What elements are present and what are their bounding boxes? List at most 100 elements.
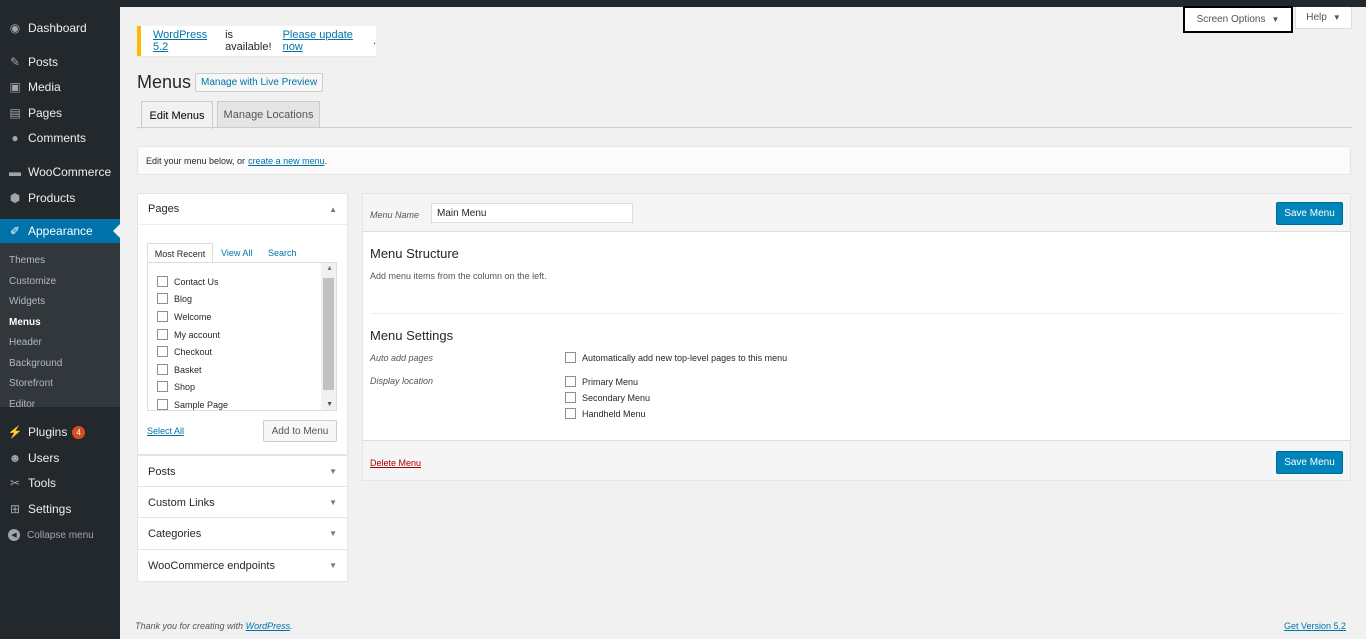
sidebar-item-plugins[interactable]: ⚡ Plugins 4 [0, 419, 120, 445]
scroll-thumb[interactable] [323, 278, 334, 390]
tab-edit-menus[interactable]: Edit Menus [141, 101, 213, 129]
posts-accordion-header[interactable]: Posts ▼ [138, 456, 347, 487]
media-icon: ▣ [9, 80, 21, 94]
tab-view-all[interactable]: View All [221, 243, 252, 262]
woocommerce-endpoints-accordion[interactable]: WooCommerce endpoints ▼ [137, 549, 348, 582]
option-label: Primary Menu [582, 376, 639, 387]
checkbox[interactable] [157, 381, 168, 392]
help-button[interactable]: Help ▼ [1295, 7, 1352, 29]
list-item-label: Shop [174, 381, 196, 392]
scroll-down-icon[interactable]: ▼ [326, 401, 333, 408]
sidebar-item-label: Comments [28, 131, 87, 145]
sidebar-item-comments[interactable]: ● Comments [0, 125, 120, 151]
select-all-link[interactable]: Select All [147, 426, 184, 436]
checkbox[interactable] [565, 392, 576, 403]
collapse-menu-button[interactable]: ◀ Collapse menu [0, 529, 94, 541]
update-now-link[interactable]: Please update now [283, 29, 373, 53]
tab-manage-locations[interactable]: Manage Locations [217, 101, 320, 128]
submenu-item-customize[interactable]: Customize [9, 276, 56, 287]
submenu-item-background[interactable]: Background [9, 358, 62, 369]
location-secondary[interactable]: Secondary Menu [565, 392, 650, 403]
wordpress-link[interactable]: WordPress [246, 621, 291, 631]
get-version-link[interactable]: Get Version 5.2 [1284, 621, 1346, 631]
checkbox[interactable] [565, 376, 576, 387]
custom-links-accordion[interactable]: Custom Links ▼ [137, 486, 348, 519]
checkbox[interactable] [157, 399, 168, 410]
plug-icon: ⚡ [7, 425, 23, 439]
submenu-item-storefront[interactable]: Storefront [9, 378, 53, 389]
submenu-item-widgets[interactable]: Widgets [9, 296, 45, 307]
manage-live-preview-button[interactable]: Manage with Live Preview [195, 73, 324, 92]
auto-add-label: Auto add pages [370, 353, 434, 363]
woocommerce-icon: ▬ [9, 165, 21, 179]
list-item[interactable]: Blog [157, 293, 192, 304]
list-item-label: Welcome [174, 311, 212, 322]
list-item[interactable]: Contact Us [157, 276, 219, 287]
checkbox[interactable] [157, 311, 168, 322]
checkbox[interactable] [157, 364, 168, 375]
caret-down-icon: ▼ [1271, 15, 1280, 24]
list-item-label: Checkout [174, 346, 213, 357]
sidebar-item-pages[interactable]: ▤ Pages [0, 100, 120, 126]
sidebar-item-dashboard[interactable]: ◉ Dashboard [0, 15, 120, 41]
sidebar-item-media[interactable]: ▣ Media [0, 74, 120, 100]
submenu-item-header[interactable]: Header [9, 337, 42, 348]
scroll-up-icon[interactable]: ▲ [326, 265, 333, 272]
list-item-label: Blog [174, 293, 193, 304]
sidebar-item-label: Appearance [28, 224, 93, 238]
custom-links-accordion-header[interactable]: Custom Links ▼ [138, 487, 347, 518]
save-menu-button[interactable]: Save Menu [1276, 202, 1343, 225]
auto-add-option[interactable]: Automatically add new top-level pages to… [565, 352, 787, 363]
menu-footer: Delete Menu Save Menu [363, 440, 1350, 480]
sidebar-item-settings[interactable]: ⊞ Settings [0, 496, 120, 522]
sidebar-item-tools[interactable]: ✂ Tools [0, 470, 120, 496]
manage-end: . [324, 155, 328, 166]
categories-accordion-header[interactable]: Categories ▼ [138, 518, 347, 549]
list-scrollbar[interactable]: ▲ ▼ [321, 263, 336, 410]
checkbox[interactable] [565, 352, 576, 363]
sidebar-item-appearance[interactable]: ✐ Appearance [0, 219, 120, 243]
sidebar-item-label: Settings [28, 502, 72, 516]
list-item[interactable]: Shop [157, 381, 195, 392]
checkbox[interactable] [157, 293, 168, 304]
menu-edit-panel: Menu Name Save Menu Menu Structure Add m… [362, 193, 1351, 481]
list-item-label: Basket [174, 364, 202, 375]
screen-options-button[interactable]: Screen Options ▼ [1183, 6, 1293, 33]
footer-thanks: Thank you for creating with WordPress. [135, 621, 293, 631]
posts-accordion[interactable]: Posts ▼ [137, 455, 348, 488]
list-item[interactable]: My account [157, 329, 220, 340]
submenu-item-editor[interactable]: Editor [9, 399, 35, 410]
list-item[interactable]: Welcome [157, 311, 211, 322]
list-item[interactable]: Basket [157, 364, 202, 375]
menu-name-input[interactable] [431, 203, 633, 223]
pages-accordion-header[interactable]: Pages ▲ [138, 194, 347, 225]
menu-settings-title: Menu Settings [370, 328, 454, 343]
caret-down-icon: ▼ [1332, 13, 1341, 22]
create-new-menu-link[interactable]: create a new menu [248, 156, 325, 166]
submenu-item-themes[interactable]: Themes [9, 255, 45, 266]
save-menu-button-bottom[interactable]: Save Menu [1276, 451, 1343, 474]
tab-search[interactable]: Search [268, 243, 297, 262]
sidebar-item-woocommerce[interactable]: ▬ WooCommerce [0, 159, 120, 185]
arrow-down-icon: ▼ [329, 561, 337, 570]
woocommerce-endpoints-accordion-header[interactable]: WooCommerce endpoints ▼ [138, 550, 347, 581]
checkbox[interactable] [157, 329, 168, 340]
list-item[interactable]: Sample Page [157, 399, 228, 410]
sidebar-item-users[interactable]: ☻ Users [0, 445, 120, 471]
sidebar-item-products[interactable]: ⬢ Products [0, 185, 120, 211]
list-item[interactable]: Checkout [157, 346, 212, 357]
categories-accordion[interactable]: Categories ▼ [137, 517, 348, 550]
location-handheld[interactable]: Handheld Menu [565, 408, 646, 419]
add-to-menu-button[interactable]: Add to Menu [263, 420, 337, 442]
wordpress-version-link[interactable]: WordPress 5.2 [153, 29, 223, 53]
checkbox[interactable] [157, 276, 168, 287]
tab-most-recent[interactable]: Most Recent [147, 243, 213, 263]
submenu-item-menus[interactable]: Menus [9, 317, 41, 328]
checkbox[interactable] [565, 408, 576, 419]
delete-menu-link[interactable]: Delete Menu [370, 458, 421, 468]
sidebar-item-posts[interactable]: ✎ Posts [0, 49, 120, 75]
checkbox[interactable] [157, 346, 168, 357]
location-primary[interactable]: Primary Menu [565, 376, 638, 387]
sidebar-item-label: Users [28, 451, 60, 465]
accordion-title: Posts [148, 465, 176, 478]
